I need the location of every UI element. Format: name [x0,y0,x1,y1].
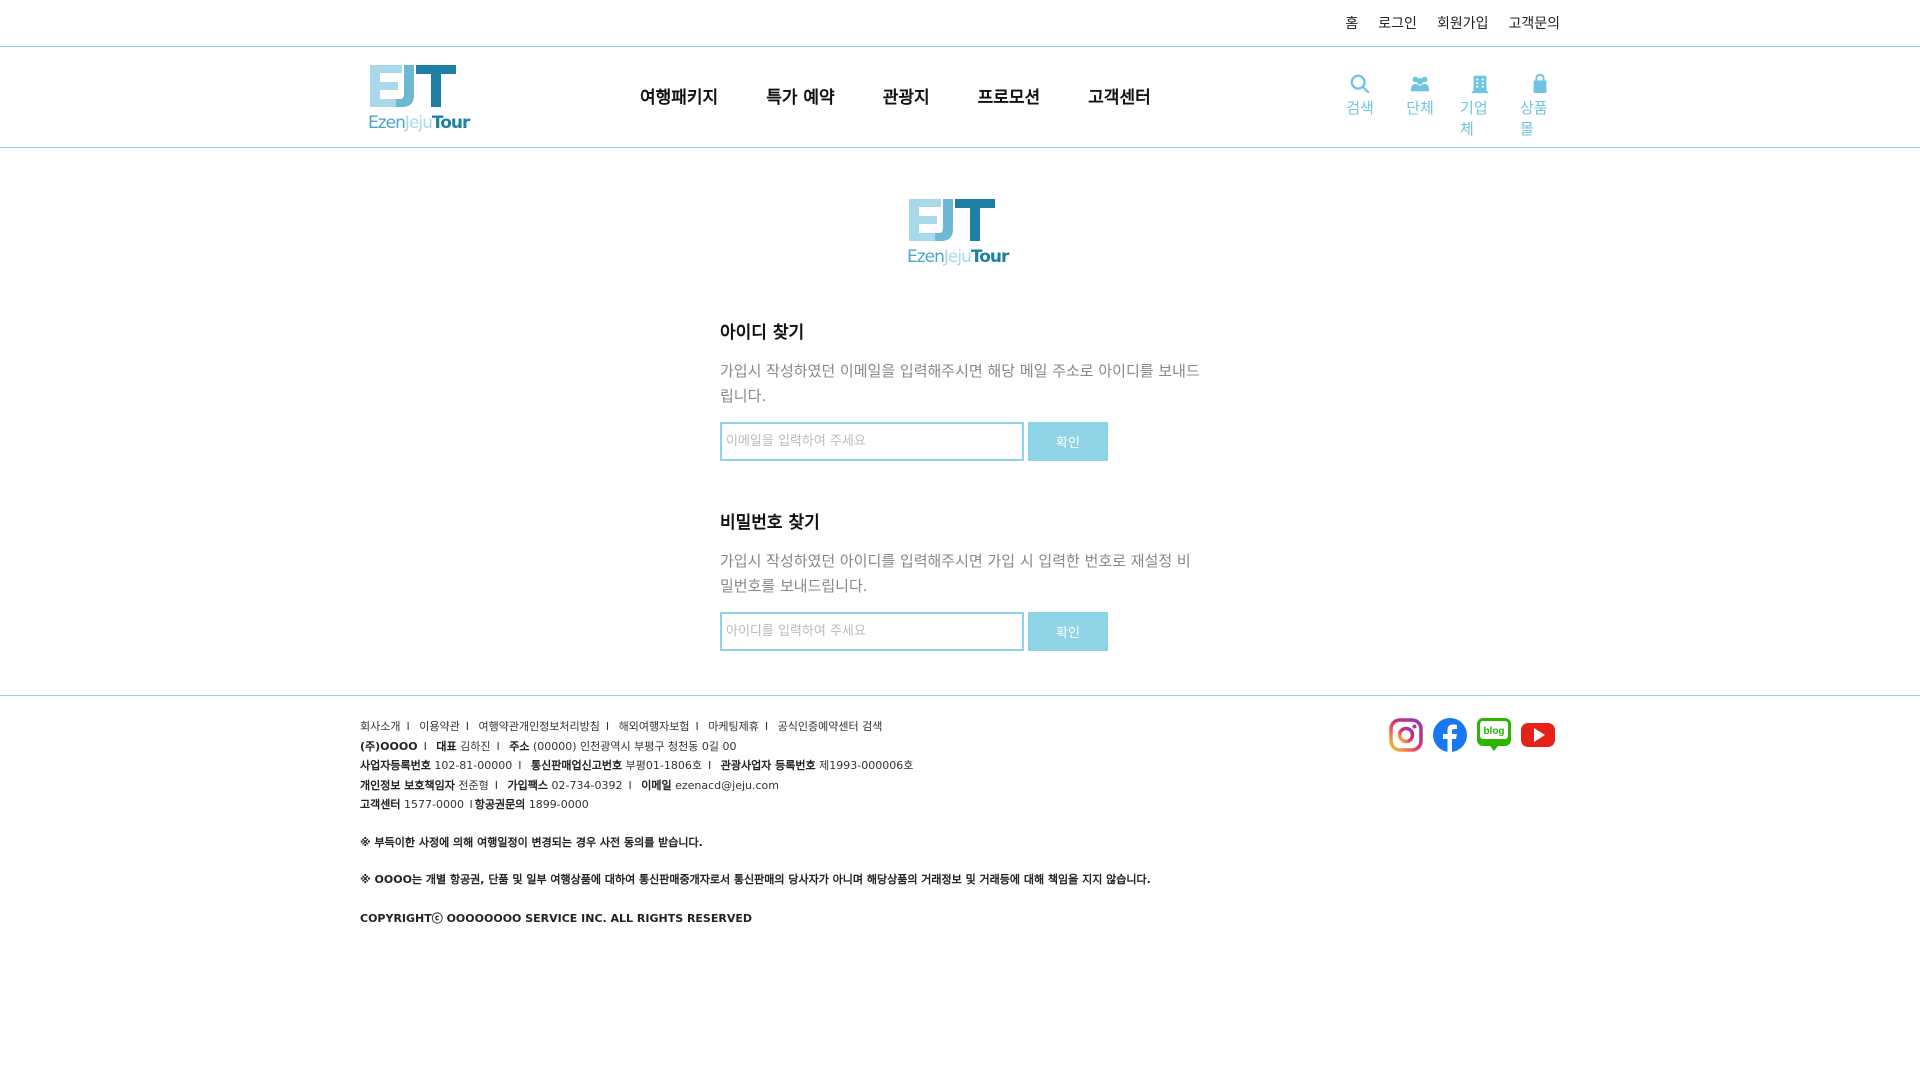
logo-sub-ezen: Ezen [368,113,406,133]
logo-mark-icon [909,199,995,241]
youtube-link[interactable] [1520,717,1556,753]
footer-link-center-search[interactable]: 공식인증예약센터 검색 [778,720,883,733]
privacy-officer-label: 개인정보 보호책임자 [360,778,455,792]
util-contact-link[interactable]: 고객문의 [1508,13,1560,33]
building-icon [1471,75,1489,94]
util-nav: 홈 로그인 회원가입 고객문의 [1345,13,1560,33]
center-logo-mark [905,195,997,245]
footer-link-about[interactable]: 회사소개 [360,720,400,733]
site-logo[interactable]: EzenJejuTour [366,61,476,133]
youtube-icon [1521,723,1555,747]
find-password-confirm-button[interactable]: 확인 [1028,612,1108,651]
email-label: 이메일 [641,778,672,792]
air-label: 항공권문의 [474,798,526,811]
util-signup-link[interactable]: 회원가입 [1437,13,1489,33]
find-password-title: 비밀번호 찾기 [720,513,820,533]
logo-mark-icon [370,65,456,107]
sns-links: blog [1388,717,1556,753]
blog-icon: blog [1477,718,1511,751]
facebook-icon [1433,718,1467,752]
center-logo-subtitle: EzenJejuTour [907,247,1010,267]
company-name: (주)OOOO [360,739,418,753]
shopping-bag-icon [1533,73,1547,94]
search-icon [1350,74,1370,94]
footer-contact-row: 개인정보 보호책임자 전준형 I 가입팩스 02-734-0392 I 이메일 ez… [360,778,779,792]
quick-search-label: 검색 [1346,99,1374,117]
address-value: (00000) 인천광역시 부평구 청천동 0길 00 [532,739,737,753]
fax-value: 02-734-0392 [551,778,623,792]
util-home-link[interactable]: 홈 [1345,13,1358,33]
footer-link-privacy[interactable]: 여행약관개인정보처리방침 [478,720,599,733]
email-value: ezenacd@jeju.com [675,778,779,792]
address-label: 주소 [509,739,530,753]
quick-business[interactable]: 기업체 [1460,73,1500,139]
blog-icon-text: blog [1483,726,1504,737]
quick-business-label: 기업체 [1460,99,1488,138]
footer-company-row: (주)OOOO I 대표 김하진 I 주소 (00000) 인천광역시 부평구 청천… [360,739,737,753]
footer-link-insurance[interactable]: 해외여행자보험 [619,720,690,733]
header: EzenJejuTour 여행패키지 특가 예약 관광지 프로모션 고객센터 검… [0,47,1920,148]
quick-shop[interactable]: 상품몰 [1520,73,1560,139]
footer-note-liability: ※ OOOO는 개별 항공권, 단품 및 일부 여행상품에 대하여 통신판매중개… [360,873,1151,886]
privacy-officer-value: 전준형 [458,778,489,792]
logo-subtitle: EzenJejuTour [368,113,471,133]
nav-travel-package[interactable]: 여행패키지 [640,83,718,108]
footer-link-terms[interactable]: 이용약관 [419,720,459,733]
logo-sub-ezen: Ezen [907,247,945,267]
find-password-section: 비밀번호 찾기 가입시 작성하였던 아이디를 입력해주시면 가입 시 입력한 번… [720,508,1200,651]
find-password-form: 확인 [720,612,1200,651]
logo-sub-jeju: Jeju [404,113,433,133]
logo-sub-tour: Tour [970,247,1010,267]
top-util-bar: 홈 로그인 회원가입 고객문의 [0,0,1920,47]
main-nav: 여행패키지 특가 예약 관광지 프로모션 고객센터 [640,83,1151,108]
blog-link[interactable]: blog [1476,717,1512,753]
user-id-input[interactable] [720,612,1024,651]
footer: 회사소개 I 이용약관 I 여행약관개인정보처리방침 I 해외여행자보험 I 마케팅제휴… [0,695,1920,1076]
footer-link-marketing[interactable]: 마케팅제휴 [708,720,759,733]
nav-special-booking[interactable]: 특가 예약 [766,83,834,108]
mailorder-value: 부평01-1806호 [625,759,702,772]
quick-search[interactable]: 검색 [1340,73,1380,139]
find-id-section: 아이디 찾기 가입시 작성하였던 이메일을 입력해주시면 해당 메일 주소로 아… [720,318,1200,461]
bizno-value: 102-81-00000 [434,759,513,772]
find-id-confirm-button[interactable]: 확인 [1028,422,1108,461]
quick-links: 검색 단체 기업체 상품몰 [1340,73,1560,139]
logo-sub-tour: Tour [431,113,471,133]
logo-mark [366,61,458,111]
find-id-form: 확인 [720,422,1200,461]
footer-info: 회사소개 I 이용약관 I 여행약관개인정보처리방침 I 해외여행자보험 I 마케팅제휴… [360,717,1151,928]
ceo-label: 대표 [436,739,457,753]
nav-customer-center[interactable]: 고객센터 [1088,83,1151,108]
find-id-description: 가입시 작성하였던 이메일을 입력해주시면 해당 메일 주소로 아이디를 보내드… [720,362,1200,405]
mailorder-label: 통신판매업신고번호 [531,759,623,772]
air-value: 1899-0000 [528,798,589,811]
copyright: COPYRIGHTⓒ OOOOOOOO SERVICE INC. ALL RIG… [360,911,752,925]
cs-label: 고객센터 [360,798,401,811]
quick-group-label: 단체 [1406,99,1434,117]
logo-sub-jeju: Jeju [943,247,972,267]
cs-value: 1577-0000 [403,798,464,811]
center-logo: EzenJejuTour [905,195,1015,267]
instagram-link[interactable] [1388,717,1424,753]
quick-shop-label: 상품몰 [1520,99,1548,138]
footer-note-schedule: ※ 부득이한 사정에 의해 여행일정이 변경되는 경우 사전 동의를 받습니다. [360,835,703,849]
footer-registration-row: 사업자등록번호 102-81-00000 I 통신판매업신고번호 부평01-180… [360,759,914,772]
bizno-label: 사업자등록번호 [360,759,431,772]
quick-group[interactable]: 단체 [1400,73,1440,139]
util-login-link[interactable]: 로그인 [1378,13,1417,33]
tour-reg-value: 제1993-000006호 [819,759,914,772]
footer-links: 회사소개 I 이용약관 I 여행약관개인정보처리방침 I 해외여행자보험 I 마케팅제휴… [360,720,883,733]
facebook-link[interactable] [1432,717,1468,753]
tour-reg-label: 관광사업자 등록번호 [720,759,816,772]
find-id-title: 아이디 찾기 [720,323,805,343]
nav-attractions[interactable]: 관광지 [883,83,930,108]
nav-promotion[interactable]: 프로모션 [978,83,1041,108]
fax-label: 가입팩스 [507,778,549,792]
group-icon [1410,76,1430,92]
instagram-icon [1389,718,1423,752]
find-password-description: 가입시 작성하였던 아이디를 입력해주시면 가입 시 입력한 번호로 재설정 비… [720,552,1191,595]
ceo-name: 김하진 [460,739,491,753]
email-input[interactable] [720,422,1024,461]
footer-cs-row: 고객센터 1577-0000 I 항공권문의 1899-0000 [360,798,589,811]
